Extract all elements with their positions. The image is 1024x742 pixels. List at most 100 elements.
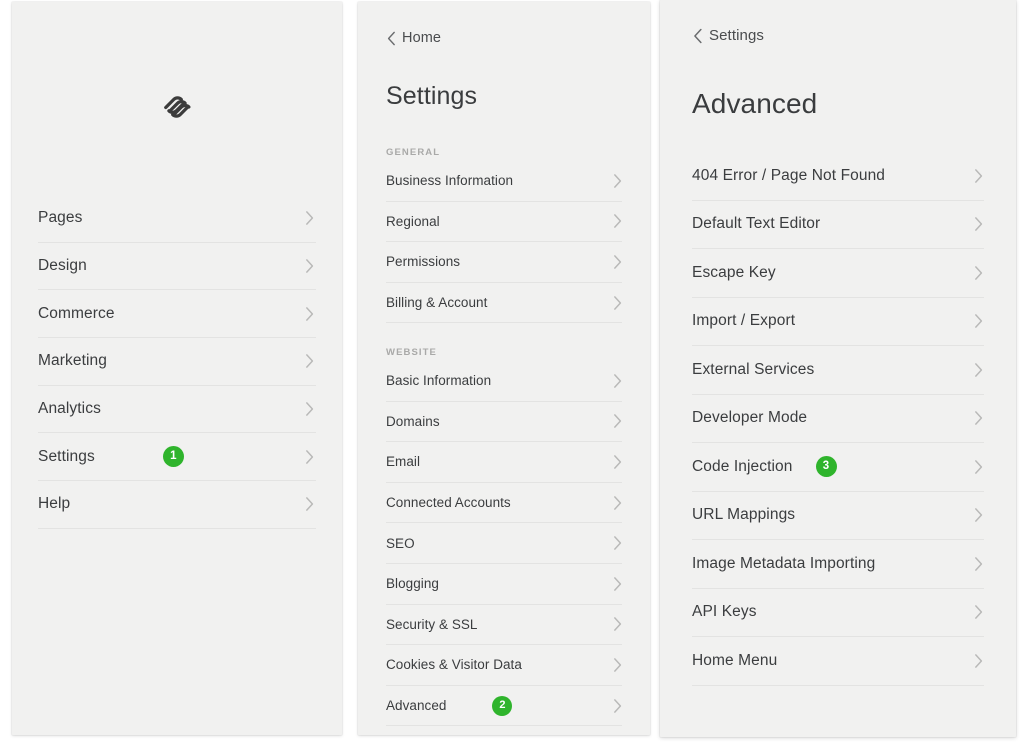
settings-item-label: Billing & Account bbox=[386, 295, 488, 311]
nav-item-label: Help bbox=[38, 495, 71, 513]
advanced-item-image-metadata-importing[interactable]: Image Metadata Importing bbox=[692, 540, 984, 589]
advanced-item-label: 404 Error / Page Not Found bbox=[692, 166, 886, 184]
settings-item-label: Domains bbox=[386, 413, 440, 429]
settings-item-label: Security & SSL bbox=[386, 616, 478, 632]
section-heading-general: GENERAL bbox=[386, 143, 622, 161]
chevron-right-icon bbox=[613, 698, 622, 713]
chevron-right-icon bbox=[974, 362, 983, 377]
chevron-right-icon bbox=[974, 605, 983, 620]
settings-item-blogging[interactable]: Blogging bbox=[386, 564, 622, 605]
advanced-item-label: URL Mappings bbox=[692, 506, 796, 524]
chevron-left-icon bbox=[387, 31, 396, 46]
nav-item-label: Marketing bbox=[38, 352, 107, 370]
advanced-item-developer-mode[interactable]: Developer Mode bbox=[692, 395, 984, 443]
advanced-item-label: Developer Mode bbox=[692, 409, 808, 427]
main-nav-list: Pages Design Commerce Marketing Analytics Set… bbox=[38, 195, 316, 529]
chevron-left-icon bbox=[693, 28, 703, 44]
chevron-right-icon bbox=[613, 214, 622, 229]
settings-item-business-information[interactable]: Business Information bbox=[386, 161, 622, 202]
nav-item-design[interactable]: Design bbox=[38, 243, 316, 291]
settings-panel: Home Settings GENERAL Business Informatio… bbox=[358, 2, 650, 735]
advanced-item-default-text-editor[interactable]: Default Text Editor bbox=[692, 201, 984, 249]
back-link-label: Home bbox=[402, 30, 442, 46]
settings-item-label: Business Information bbox=[386, 173, 514, 189]
settings-item-regional[interactable]: Regional bbox=[386, 202, 622, 243]
main-nav-panel: Pages Design Commerce Marketing Analytics Set… bbox=[12, 2, 342, 735]
nav-item-analytics[interactable]: Analytics bbox=[38, 386, 316, 434]
chevron-right-icon bbox=[305, 497, 314, 512]
settings-item-seo[interactable]: SEO bbox=[386, 523, 622, 564]
nav-item-label: Pages bbox=[38, 209, 83, 227]
chevron-right-icon bbox=[305, 402, 314, 417]
chevron-right-icon bbox=[613, 536, 622, 551]
chevron-right-icon bbox=[974, 653, 983, 668]
settings-item-domains[interactable]: Domains bbox=[386, 402, 622, 443]
advanced-item-label: Home Menu bbox=[692, 651, 778, 669]
chevron-right-icon bbox=[613, 657, 622, 672]
nav-item-settings[interactable]: Settings 1 bbox=[38, 433, 316, 482]
settings-item-cookies-and-visitor-data[interactable]: Cookies & Visitor Data bbox=[386, 645, 622, 686]
settings-item-label: Email bbox=[386, 454, 421, 470]
advanced-page-title: Advanced bbox=[692, 88, 818, 119]
advanced-item-404-error-page-not-found[interactable]: 404 Error / Page Not Found bbox=[692, 152, 984, 201]
settings-item-connected-accounts[interactable]: Connected Accounts bbox=[386, 483, 622, 524]
advanced-item-escape-key[interactable]: Escape Key bbox=[692, 249, 984, 298]
advanced-panel: Settings Advanced 404 Error / Page Not F… bbox=[660, 0, 1016, 737]
advanced-item-external-services[interactable]: External Services bbox=[692, 346, 984, 395]
settings-item-permissions[interactable]: Permissions bbox=[386, 242, 622, 283]
advanced-item-label: Image Metadata Importing bbox=[692, 554, 876, 572]
settings-item-email[interactable]: Email bbox=[386, 442, 622, 483]
chevron-right-icon bbox=[305, 354, 314, 369]
back-to-home-link[interactable]: Home bbox=[387, 30, 441, 46]
section-heading-website: WEBSITE bbox=[386, 343, 622, 361]
advanced-item-url-mappings[interactable]: URL Mappings bbox=[692, 492, 984, 540]
notification-badge: 1 bbox=[162, 446, 184, 468]
advanced-list: 404 Error / Page Not Found Default Text E… bbox=[692, 152, 984, 686]
back-to-settings-link[interactable]: Settings bbox=[693, 27, 764, 44]
chevron-right-icon bbox=[974, 217, 983, 232]
chevron-right-icon bbox=[613, 373, 622, 388]
settings-general-section: GENERAL Business Information Regional Permi… bbox=[386, 143, 622, 324]
chevron-right-icon bbox=[613, 254, 622, 269]
chevron-right-icon bbox=[974, 265, 983, 280]
advanced-item-home-menu[interactable]: Home Menu bbox=[692, 637, 984, 686]
advanced-item-label: Import / Export bbox=[692, 312, 796, 330]
section-heading-label: GENERAL bbox=[386, 146, 441, 158]
chevron-right-icon bbox=[613, 454, 622, 469]
nav-item-label: Analytics bbox=[38, 400, 101, 418]
settings-item-label: SEO bbox=[386, 535, 415, 551]
nav-item-help[interactable]: Help bbox=[38, 481, 316, 529]
settings-item-billing-and-account[interactable]: Billing & Account bbox=[386, 283, 622, 324]
settings-page-title: Settings bbox=[386, 82, 478, 110]
notification-badge: 3 bbox=[815, 456, 837, 478]
chevron-right-icon bbox=[613, 414, 622, 429]
chevron-right-icon bbox=[974, 168, 983, 183]
settings-item-label: Advanced bbox=[386, 698, 447, 714]
settings-item-advanced[interactable]: Advanced 2 bbox=[386, 686, 622, 727]
chevron-right-icon bbox=[974, 556, 983, 571]
chevron-right-icon bbox=[613, 173, 622, 188]
nav-item-pages[interactable]: Pages bbox=[38, 195, 316, 243]
chevron-right-icon bbox=[974, 411, 983, 426]
settings-item-basic-information[interactable]: Basic Information bbox=[386, 361, 622, 402]
nav-item-label: Commerce bbox=[38, 304, 115, 322]
nav-item-commerce[interactable]: Commerce bbox=[38, 290, 316, 339]
chevron-right-icon bbox=[974, 314, 983, 329]
settings-item-security-and-ssl[interactable]: Security & SSL bbox=[386, 605, 622, 646]
settings-item-label: Permissions bbox=[386, 254, 461, 270]
advanced-item-label: External Services bbox=[692, 360, 815, 378]
advanced-item-label: Default Text Editor bbox=[692, 215, 821, 233]
nav-item-marketing[interactable]: Marketing bbox=[38, 338, 316, 386]
app-root: Pages Design Commerce Marketing Analytics Set… bbox=[0, 0, 1024, 742]
squarespace-logo bbox=[164, 96, 191, 118]
settings-item-label: Regional bbox=[386, 213, 440, 229]
notification-badge: 2 bbox=[492, 695, 513, 716]
chevron-right-icon bbox=[613, 576, 622, 591]
squarespace-logo-container bbox=[12, 88, 342, 126]
chevron-right-icon bbox=[305, 449, 314, 464]
chevron-right-icon bbox=[305, 211, 314, 226]
back-link-label: Settings bbox=[709, 27, 764, 44]
advanced-item-api-keys[interactable]: API Keys bbox=[692, 589, 984, 637]
advanced-item-import-export[interactable]: Import / Export bbox=[692, 298, 984, 346]
advanced-item-code-injection[interactable]: Code Injection 3 bbox=[692, 443, 984, 492]
